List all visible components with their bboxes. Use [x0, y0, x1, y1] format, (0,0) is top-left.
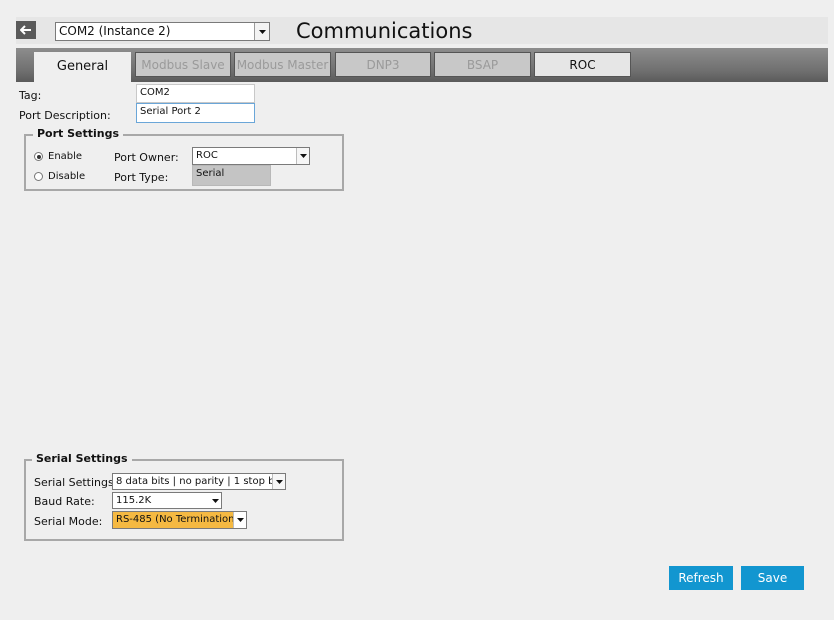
refresh-button[interactable]: Refresh — [669, 566, 733, 590]
instance-select-value: COM2 (Instance 2) — [59, 24, 171, 38]
back-arrow-icon — [20, 25, 31, 35]
serial-settings-select[interactable]: 8 data bits | no parity | 1 stop bit — [112, 473, 286, 490]
chevron-down-icon[interactable] — [272, 474, 285, 489]
port-type-value: Serial — [192, 165, 271, 186]
port-settings-title: Port Settings — [33, 127, 124, 140]
baud-rate-label: Baud Rate: — [34, 495, 95, 508]
tag-label: Tag: — [19, 89, 42, 102]
chevron-down-icon[interactable] — [254, 23, 269, 40]
serial-mode-value: RS-485 (No Termination) — [116, 514, 239, 525]
save-button[interactable]: Save — [741, 566, 804, 590]
port-description-label: Port Description: — [19, 109, 111, 122]
enable-label: Enable — [48, 151, 83, 162]
serial-settings-title: Serial Settings — [32, 452, 132, 465]
tab-roc[interactable]: ROC — [534, 52, 631, 77]
tab-modbus-master[interactable]: Modbus Master — [234, 52, 331, 77]
port-type-label: Port Type: — [114, 171, 169, 184]
tab-general[interactable]: General — [34, 52, 131, 83]
port-description-input[interactable]: Serial Port 2 — [136, 103, 255, 123]
port-owner-label: Port Owner: — [114, 151, 179, 164]
tag-input[interactable]: COM2 — [136, 84, 255, 103]
tab-modbus-slave[interactable]: Modbus Slave — [135, 52, 231, 77]
baud-rate-select[interactable]: 115.2K — [112, 492, 222, 509]
disable-label: Disable — [48, 171, 86, 182]
tab-dnp3[interactable]: DNP3 — [335, 52, 431, 77]
disable-radio[interactable] — [34, 172, 43, 181]
port-owner-value: ROC — [196, 150, 218, 161]
serial-mode-label: Serial Mode: — [34, 515, 103, 528]
chevron-down-icon[interactable] — [209, 493, 221, 508]
page-title: Communications — [296, 19, 473, 43]
port-owner-select[interactable]: ROC — [192, 147, 310, 165]
baud-rate-value: 115.2K — [116, 495, 152, 506]
chevron-down-icon[interactable] — [296, 148, 309, 164]
serial-settings-label: Serial Settings: — [34, 476, 118, 489]
back-button[interactable] — [16, 21, 36, 39]
tab-bsap[interactable]: BSAP — [434, 52, 531, 77]
chevron-down-icon[interactable] — [233, 512, 246, 528]
enable-radio[interactable] — [34, 152, 43, 161]
instance-select[interactable]: COM2 (Instance 2) — [55, 22, 270, 41]
serial-settings-value: 8 data bits | no parity | 1 stop bit — [116, 476, 282, 487]
serial-mode-select[interactable]: RS-485 (No Termination) — [112, 511, 247, 529]
